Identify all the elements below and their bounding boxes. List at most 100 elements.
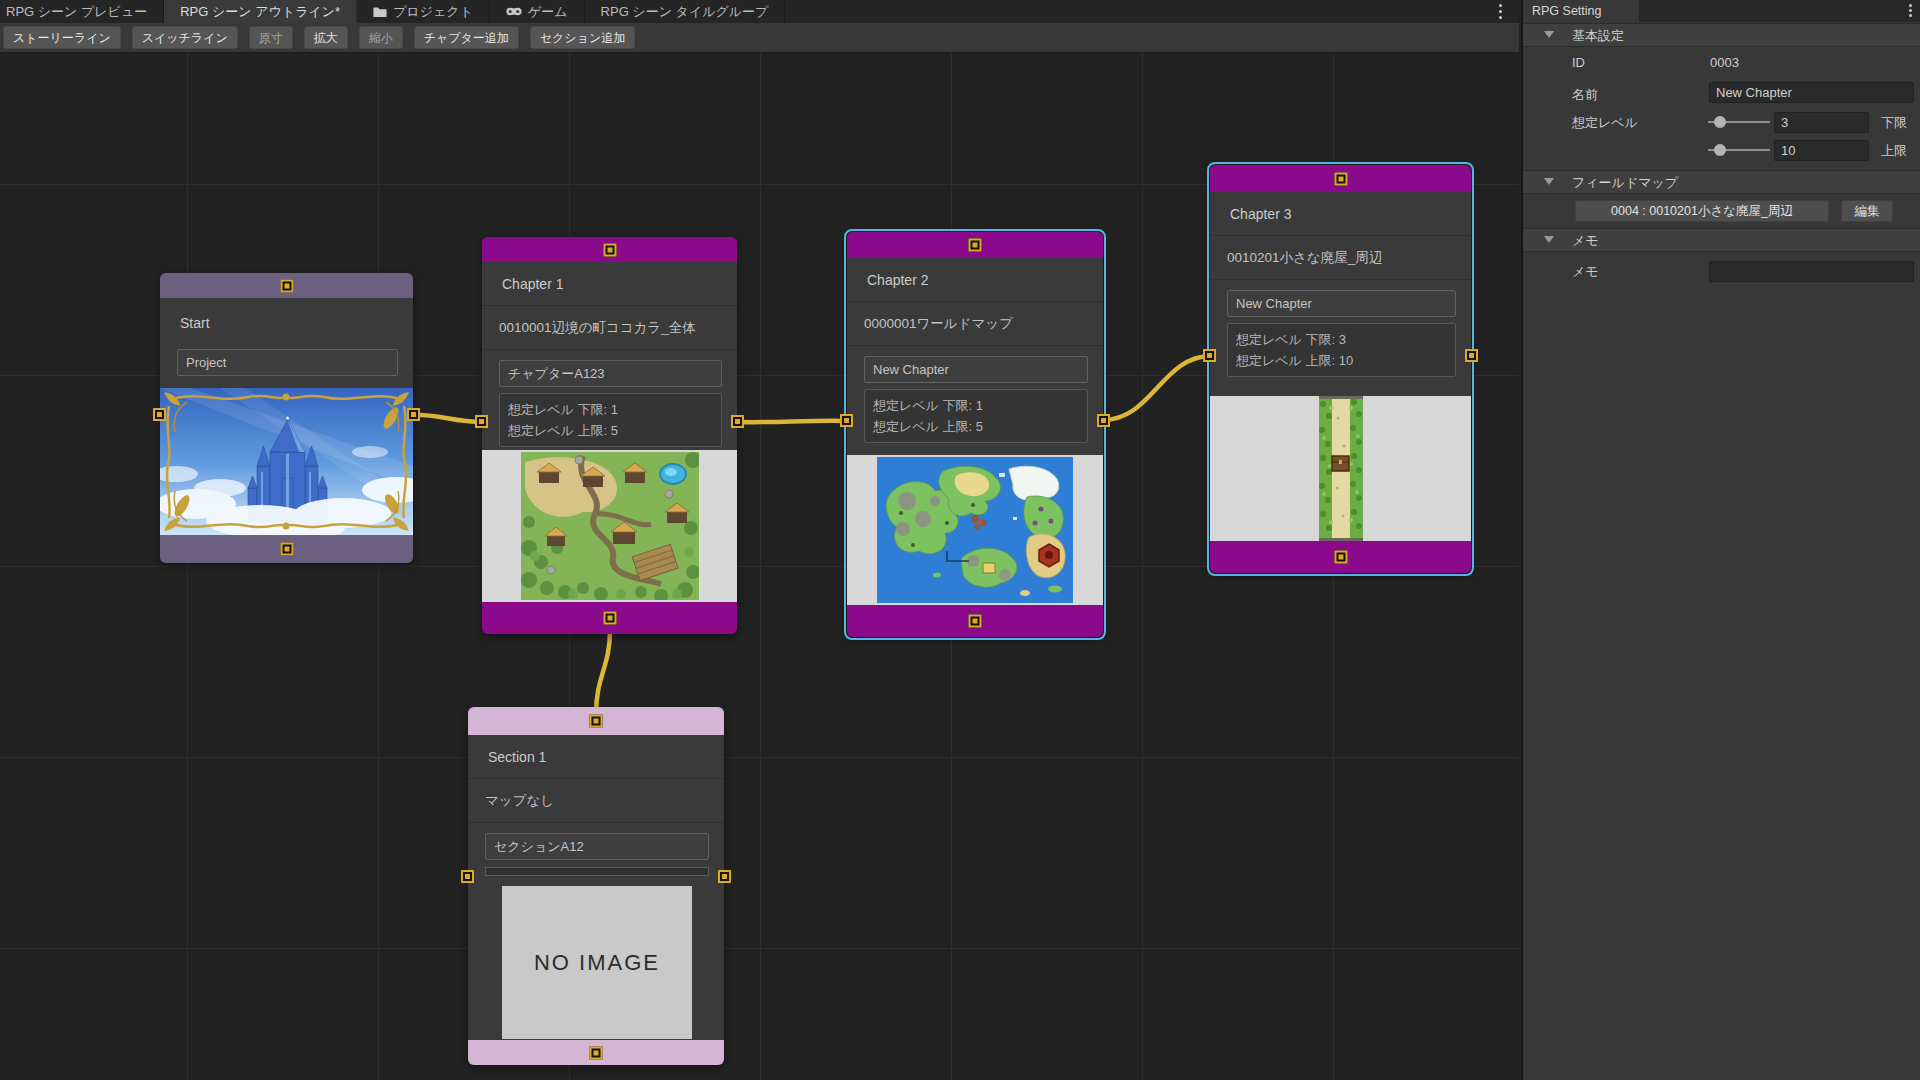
node-name-input[interactable]: チャプターA123 xyxy=(499,360,722,387)
graph-kebab-menu-icon[interactable] xyxy=(1499,4,1503,22)
tab-game[interactable]: ゲーム xyxy=(490,0,585,23)
inspector-kebab-menu-icon[interactable] xyxy=(1909,4,1912,19)
node-level-box: 想定レベル 下限: 3 想定レベル 上限: 10 xyxy=(1227,323,1456,377)
node-map-image xyxy=(1210,396,1471,541)
zoom-in-button[interactable]: 拡大 xyxy=(304,26,348,49)
node-title: Chapter 1 xyxy=(482,262,737,306)
level-min: 想定レベル 下限: 1 xyxy=(873,395,1079,416)
node-name-input[interactable]: New Chapter xyxy=(864,356,1088,383)
level-max: 想定レベル 上限: 10 xyxy=(1236,350,1447,371)
folder-icon xyxy=(373,6,387,18)
min-suffix-label: 下限 xyxy=(1881,114,1907,132)
port-right[interactable] xyxy=(1465,349,1478,362)
node-header xyxy=(468,707,724,735)
node-map-name: 0010201小さな廃屋_周辺 xyxy=(1210,236,1471,280)
node-name-input[interactable]: Project xyxy=(177,349,398,376)
port-top[interactable] xyxy=(603,243,616,256)
min-level-slider-knob[interactable] xyxy=(1714,116,1726,128)
add-section-button[interactable]: セクション追加 xyxy=(530,26,635,49)
tab-rpg-scene-tilegroup[interactable]: RPG シーン タイルグループ xyxy=(585,0,786,23)
node-level-box: 想定レベル 下限: 1 想定レベル 上限: 5 xyxy=(499,393,722,447)
node-title: Chapter 2 xyxy=(847,258,1103,302)
node-section1[interactable]: Section 1 マップなし セクションA12 NO IMAGE xyxy=(468,707,724,1065)
foldout-arrow-icon xyxy=(1544,31,1554,38)
port-left[interactable] xyxy=(153,408,166,421)
port-left[interactable] xyxy=(1203,349,1216,362)
switchline-button[interactable]: スイッチライン xyxy=(132,26,238,49)
node-footer xyxy=(482,602,737,634)
port-left[interactable] xyxy=(840,414,853,427)
tab-rpg-setting[interactable]: RPG Setting xyxy=(1523,0,1639,22)
max-level-input[interactable]: 10 xyxy=(1774,140,1869,161)
node-map-image xyxy=(482,450,737,602)
section-basic-settings[interactable]: 基本設定 xyxy=(1523,23,1920,47)
port-bottom[interactable] xyxy=(280,543,293,556)
actual-size-button[interactable]: 原寸 xyxy=(249,26,293,49)
graph-tab-bar: RPG シーン プレビュー RPG シーン アウトライン* プロジェクト ゲーム… xyxy=(0,0,1519,23)
graph-toolbar: ストーリーライン スイッチライン 原寸 拡大 縮小 チャプター追加 セクション追… xyxy=(0,23,1519,53)
memo-input[interactable] xyxy=(1709,261,1914,282)
port-right[interactable] xyxy=(731,415,744,428)
node-name-input[interactable]: セクションA12 xyxy=(485,833,709,860)
node-empty-strip xyxy=(485,867,709,876)
port-top[interactable] xyxy=(1334,172,1347,185)
node-map-image xyxy=(847,455,1103,605)
node-start-footer xyxy=(160,535,413,563)
field-map-button[interactable]: 0004 : 0010201小さな廃屋_周辺 xyxy=(1575,200,1829,222)
max-suffix-label: 上限 xyxy=(1881,142,1907,160)
add-chapter-button[interactable]: チャプター追加 xyxy=(414,26,519,49)
port-top[interactable] xyxy=(280,279,293,292)
node-name-input[interactable]: New Chapter xyxy=(1227,290,1456,317)
level-label: 想定レベル xyxy=(1572,114,1638,132)
node-map-name: マップなし xyxy=(468,779,724,823)
inspector-panel: RPG Setting 基本設定 ID 0003 名前 New Chapter … xyxy=(1521,0,1920,1080)
node-header xyxy=(847,232,1103,258)
port-top[interactable] xyxy=(969,239,982,252)
port-right[interactable] xyxy=(1097,414,1110,427)
section-memo[interactable]: メモ xyxy=(1523,228,1920,252)
min-level-input[interactable]: 3 xyxy=(1774,112,1869,133)
level-max: 想定レベル 上限: 5 xyxy=(873,416,1079,437)
port-left[interactable] xyxy=(475,415,488,428)
app-root: Start Project xyxy=(0,0,1920,1080)
node-footer xyxy=(1210,541,1471,573)
port-top[interactable] xyxy=(590,715,603,728)
max-level-slider-knob[interactable] xyxy=(1714,144,1726,156)
node-start-header xyxy=(160,273,413,298)
gamepad-icon xyxy=(506,6,522,17)
port-bottom[interactable] xyxy=(590,1046,603,1059)
node-map-name: 0010001辺境の町ココカラ_全体 xyxy=(482,306,737,350)
port-bottom[interactable] xyxy=(969,615,982,628)
port-left[interactable] xyxy=(461,870,474,883)
tab-rpg-scene-outline[interactable]: RPG シーン アウトライン* xyxy=(164,0,357,23)
port-right[interactable] xyxy=(718,870,731,883)
storyline-button[interactable]: ストーリーライン xyxy=(3,26,121,49)
node-header xyxy=(1210,165,1471,192)
node-footer xyxy=(468,1040,724,1065)
tab-project[interactable]: プロジェクト xyxy=(357,0,490,23)
zoom-out-button[interactable]: 縮小 xyxy=(359,26,403,49)
id-label: ID xyxy=(1572,55,1585,70)
id-value: 0003 xyxy=(1710,55,1739,70)
edit-button[interactable]: 編集 xyxy=(1841,200,1893,222)
name-input[interactable]: New Chapter xyxy=(1709,82,1914,103)
section-field-map[interactable]: フィールドマップ xyxy=(1523,170,1920,194)
foldout-arrow-icon xyxy=(1544,236,1554,243)
port-right[interactable] xyxy=(407,408,420,421)
level-min: 想定レベル 下限: 1 xyxy=(508,399,713,420)
node-chapter2[interactable]: Chapter 2 0000001ワールドマップ New Chapter 想定レ… xyxy=(847,232,1103,637)
graph-editor: Start Project xyxy=(0,0,1519,1080)
port-bottom[interactable] xyxy=(603,612,616,625)
foldout-arrow-icon xyxy=(1544,178,1554,185)
memo-label: メモ xyxy=(1572,263,1599,281)
node-chapter3[interactable]: Chapter 3 0010201小さな廃屋_周辺 New Chapter 想定… xyxy=(1210,165,1471,573)
port-bottom[interactable] xyxy=(1334,551,1347,564)
node-title: Start xyxy=(160,298,413,348)
node-header xyxy=(482,237,737,262)
node-start[interactable]: Start Project xyxy=(160,273,413,563)
node-start-image xyxy=(160,388,413,535)
node-level-box: 想定レベル 下限: 1 想定レベル 上限: 5 xyxy=(864,389,1088,443)
node-footer xyxy=(847,605,1103,637)
node-chapter1[interactable]: Chapter 1 0010001辺境の町ココカラ_全体 チャプターA123 想… xyxy=(482,237,737,634)
tab-rpg-scene-preview[interactable]: RPG シーン プレビュー xyxy=(0,0,164,23)
